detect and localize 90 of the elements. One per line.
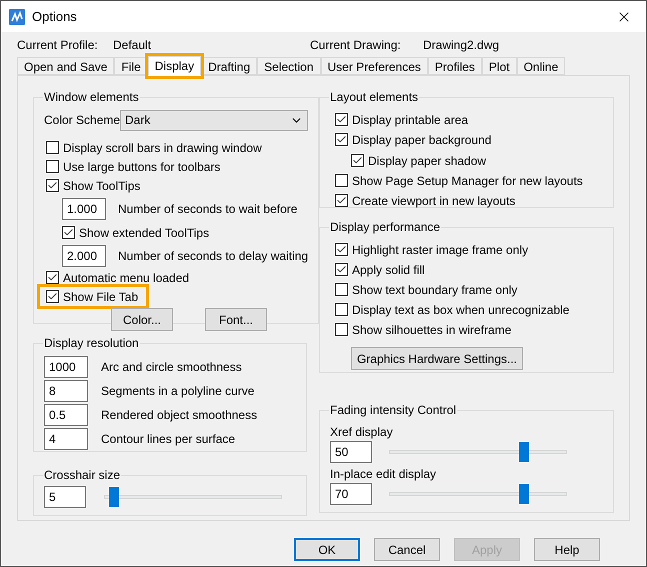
checkbox[interactable] bbox=[335, 263, 348, 276]
checkbox[interactable] bbox=[46, 290, 59, 303]
tab[interactable]: Online bbox=[516, 57, 566, 75]
number-field[interactable]: 1000 bbox=[44, 356, 88, 378]
dialog-button[interactable]: Cancel bbox=[374, 538, 440, 561]
field-label: Contour lines per surface bbox=[101, 430, 236, 448]
dialog-button[interactable]: Help bbox=[534, 538, 600, 561]
checkbox-label: Highlight raster image frame only bbox=[352, 242, 528, 258]
check-icon bbox=[336, 195, 347, 206]
tab[interactable]: Selection bbox=[257, 57, 321, 75]
dialog-button[interactable]: Font... bbox=[205, 308, 267, 331]
checkbox[interactable] bbox=[335, 303, 348, 316]
dialog-button[interactable]: Color... bbox=[111, 308, 173, 331]
checkbox-label: Show silhouettes in wireframe bbox=[352, 322, 512, 338]
tab[interactable]: Drafting bbox=[201, 57, 258, 75]
tab[interactable]: Display bbox=[148, 56, 202, 76]
field-label: Segments in a polyline curve bbox=[101, 382, 254, 400]
color-scheme-dropdown[interactable]: Dark bbox=[120, 110, 308, 130]
drawing-value: Drawing2.dwg bbox=[423, 37, 500, 54]
number-field[interactable]: 50 bbox=[330, 441, 372, 463]
number-field[interactable]: 4 bbox=[44, 428, 88, 450]
check-icon bbox=[47, 291, 58, 302]
dialog-button[interactable]: OK bbox=[294, 538, 360, 561]
checkbox-label: Create viewport in new layouts bbox=[352, 192, 516, 210]
checkbox[interactable] bbox=[335, 283, 348, 296]
checkbox[interactable] bbox=[351, 154, 364, 167]
checkbox[interactable] bbox=[335, 243, 348, 256]
group-title: Crosshair size bbox=[44, 468, 120, 482]
profile-value: Default bbox=[113, 37, 152, 54]
number-field[interactable]: 8 bbox=[44, 380, 88, 402]
number-field[interactable]: 1.000 bbox=[62, 198, 106, 220]
checkbox[interactable] bbox=[335, 323, 348, 336]
number-field[interactable]: 70 bbox=[330, 483, 372, 505]
checkbox[interactable] bbox=[335, 194, 348, 207]
group-title: Display resolution bbox=[44, 336, 139, 350]
checkbox-label: Use large buttons for toolbars bbox=[63, 158, 220, 176]
checkbox[interactable] bbox=[335, 174, 348, 187]
dialog-button[interactable]: Graphics Hardware Settings... bbox=[351, 347, 523, 370]
checkbox-label: Show text boundary frame only bbox=[352, 282, 518, 298]
tab[interactable]: Plot bbox=[482, 57, 517, 75]
slider-thumb[interactable] bbox=[518, 442, 529, 462]
checkbox[interactable] bbox=[62, 226, 75, 239]
check-icon bbox=[336, 134, 347, 145]
app-icon bbox=[9, 8, 25, 24]
checkbox-label: Display scroll bars in drawing window bbox=[63, 140, 262, 156]
checkbox-label: Display paper shadow bbox=[368, 152, 486, 170]
check-icon bbox=[336, 114, 347, 125]
field-label: Number of seconds to wait before bbox=[118, 202, 298, 216]
checkbox-label: Show extended ToolTips bbox=[79, 224, 210, 242]
check-icon bbox=[47, 272, 58, 283]
number-field[interactable]: 0.5 bbox=[44, 404, 88, 426]
check-icon bbox=[336, 244, 347, 255]
field-label: Arc and circle smoothness bbox=[101, 358, 242, 376]
tab[interactable]: Open and Save bbox=[17, 57, 114, 75]
check-icon bbox=[47, 180, 58, 191]
tab[interactable]: File bbox=[114, 57, 148, 75]
checkbox-label: Display printable area bbox=[352, 112, 468, 128]
slider-thumb[interactable] bbox=[518, 484, 529, 504]
checkbox[interactable] bbox=[46, 160, 59, 173]
checkbox[interactable] bbox=[335, 113, 348, 126]
checkbox-label: Display paper background bbox=[352, 132, 492, 148]
window-title: Options bbox=[32, 8, 77, 26]
check-icon bbox=[352, 155, 363, 166]
checkbox[interactable] bbox=[335, 133, 348, 146]
checkbox-label: Display text as box when unrecognizable bbox=[352, 302, 570, 318]
check-icon bbox=[336, 264, 347, 275]
drawing-label: Current Drawing: bbox=[310, 37, 402, 54]
slider-label: Xref display bbox=[330, 424, 394, 441]
profile-label: Current Profile: bbox=[17, 37, 99, 54]
check-icon bbox=[63, 227, 74, 238]
tab[interactable]: User Preferences bbox=[320, 57, 428, 75]
field-label: Rendered object smoothness bbox=[101, 406, 258, 424]
group-title: Fading intensity Control bbox=[330, 403, 456, 417]
group-title: Display performance bbox=[330, 220, 440, 234]
checkbox[interactable] bbox=[46, 179, 59, 192]
checkbox-label: Show ToolTips bbox=[63, 178, 140, 194]
group-title: Window elements bbox=[44, 90, 139, 104]
group-title: Layout elements bbox=[330, 90, 418, 104]
field-label: Number of seconds to delay waiting bbox=[118, 249, 308, 263]
checkbox-label: Show Page Setup Manager for new layouts bbox=[352, 172, 583, 190]
checkbox-label: Show File Tab bbox=[63, 288, 138, 306]
tab[interactable]: Profiles bbox=[428, 57, 482, 75]
checkbox[interactable] bbox=[46, 141, 59, 154]
checkbox-label: Automatic menu loaded bbox=[63, 270, 190, 286]
slider-label: In-place edit display bbox=[330, 466, 438, 483]
checkbox[interactable] bbox=[46, 271, 59, 284]
slider-thumb[interactable] bbox=[108, 487, 119, 507]
checkbox-label: Apply solid fill bbox=[352, 262, 425, 278]
number-field[interactable]: 2.000 bbox=[62, 245, 106, 267]
number-field[interactable]: 5 bbox=[44, 486, 86, 508]
